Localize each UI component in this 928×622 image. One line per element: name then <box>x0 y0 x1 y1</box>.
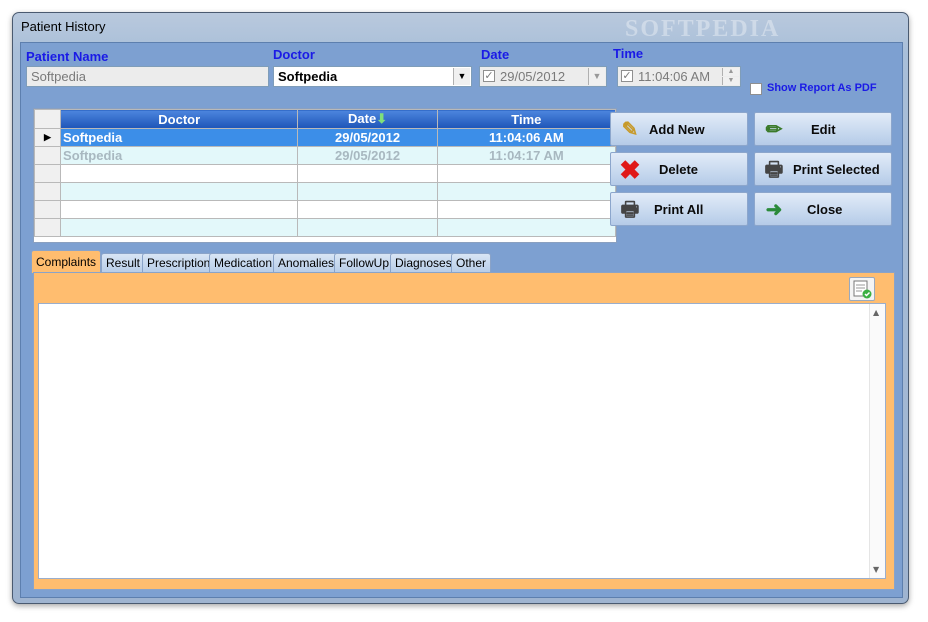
column-header-time[interactable]: Time <box>436 109 616 129</box>
patient-name-label: Patient Name <box>26 49 109 64</box>
doctor-label: Doctor <box>273 47 315 62</box>
empty-row <box>34 182 616 201</box>
edit-icon: ✏ <box>765 119 783 141</box>
print-selected-button[interactable]: 🖶 Print Selected <box>754 152 892 186</box>
delete-label: Delete <box>659 162 699 177</box>
tab-other[interactable]: Other <box>451 253 492 272</box>
printer-icon: 🖶 <box>764 159 784 181</box>
check-icon: ✓ <box>622 70 632 82</box>
date-picker[interactable]: ✓ 29/05/2012 ▼ <box>479 66 607 87</box>
add-new-label: Add New <box>649 122 705 137</box>
table-row[interactable]: ▶ Softpedia 29/05/2012 11:04:06 AM <box>34 128 616 147</box>
show-pdf-checkbox[interactable] <box>750 83 762 95</box>
scroll-down-icon[interactable]: ▼ <box>873 565 879 574</box>
cell-date[interactable]: 29/05/2012 <box>297 146 438 165</box>
row-header <box>34 200 62 219</box>
time-value: 11:04:06 AM <box>638 69 711 84</box>
spin-up-icon[interactable]: ▲ <box>722 68 739 76</box>
column-header-doctor-label: Doctor <box>158 111 201 127</box>
check-icon: ✓ <box>484 70 494 82</box>
scroll-up-icon[interactable]: ▲ <box>873 308 879 317</box>
patient-name-value: Softpedia <box>31 69 86 84</box>
doctor-select[interactable]: Softpedia ▼ <box>273 66 472 87</box>
column-header-date-label: Date <box>348 111 377 126</box>
tab-medication[interactable]: Medication <box>209 253 278 272</box>
row-header <box>34 164 62 183</box>
tab-prescription[interactable]: Prescription <box>142 253 216 272</box>
show-pdf-label: Show Report As PDF <box>767 82 877 94</box>
print-all-button[interactable]: 🖶 Print All <box>610 192 748 226</box>
row-header[interactable] <box>34 146 62 165</box>
cell-time[interactable]: 11:04:17 AM <box>436 146 616 165</box>
column-header-time-label: Time <box>511 111 542 127</box>
time-label: Time <box>613 46 644 61</box>
add-new-button[interactable]: ✎ Add New <box>610 112 748 146</box>
empty-row <box>34 200 616 219</box>
sort-down-arrow-icon: ⬇ <box>376 111 388 126</box>
row-header-corner <box>34 109 62 129</box>
date-enable-checkbox[interactable]: ✓ <box>483 70 495 82</box>
time-enable-checkbox[interactable]: ✓ <box>621 70 633 82</box>
delete-button[interactable]: ✖ Delete <box>610 152 748 186</box>
tab-diagnoses[interactable]: Diagnoses <box>390 253 457 272</box>
column-header-doctor[interactable]: Doctor <box>60 109 299 129</box>
print-all-label: Print All <box>654 202 704 217</box>
cell-date[interactable]: 29/05/2012 <box>297 128 438 147</box>
row-selector-icon[interactable]: ▶ <box>34 128 62 147</box>
spin-down-icon[interactable]: ▼ <box>722 77 739 85</box>
date-value: 29/05/2012 <box>500 69 566 84</box>
close-button[interactable]: ➜ Close <box>754 192 892 226</box>
client-area: Patient Name Doctor Date Time Softpedia … <box>20 42 903 598</box>
add-icon: ✎ <box>621 119 639 141</box>
history-grid: Doctor Date⬇ Time ▶ Softpedia 29/05/2012… <box>33 108 617 243</box>
patient-name-field[interactable]: Softpedia <box>26 66 269 87</box>
table-row[interactable]: Softpedia 29/05/2012 11:04:17 AM <box>34 146 616 165</box>
watermark-text: SOFTPEDIA <box>625 16 781 42</box>
tab-followup[interactable]: FollowUp <box>334 253 395 272</box>
date-label: Date <box>481 47 510 62</box>
window-title: Patient History <box>21 19 106 34</box>
close-label: Close <box>807 202 843 217</box>
vertical-scrollbar[interactable]: ▲ ▼ <box>869 304 885 578</box>
tab-complaints[interactable]: Complaints <box>31 250 102 273</box>
row-header <box>34 182 62 201</box>
delete-icon: ✖ <box>619 155 641 185</box>
grid-header-row: Doctor Date⬇ Time <box>34 109 616 129</box>
patient-history-window: Patient History SOFTPEDIA Patient Name D… <box>12 12 909 604</box>
complaints-textarea[interactable]: ▲ ▼ <box>38 303 886 579</box>
edit-button[interactable]: ✏ Edit <box>754 112 892 146</box>
exit-door-icon: ➜ <box>765 199 783 221</box>
document-check-icon[interactable] <box>849 277 875 301</box>
complaints-panel: ▲ ▼ <box>33 272 895 590</box>
cell-doctor[interactable]: Softpedia <box>60 146 299 165</box>
time-picker[interactable]: ✓ 11:04:06 AM ▲ ▼ <box>617 66 741 87</box>
printer-icon: 🖶 <box>620 199 640 221</box>
cell-time[interactable]: 11:04:06 AM <box>436 128 616 147</box>
cell-doctor[interactable]: Softpedia <box>60 128 299 147</box>
tab-result[interactable]: Result <box>101 253 146 272</box>
empty-row <box>34 218 616 237</box>
column-header-date[interactable]: Date⬇ <box>297 109 438 129</box>
edit-label: Edit <box>811 122 836 137</box>
tab-anomalies[interactable]: Anomalies <box>273 253 340 272</box>
row-header <box>34 218 62 237</box>
chevron-down-icon[interactable]: ▼ <box>453 68 470 85</box>
empty-row <box>34 164 616 183</box>
print-selected-label: Print Selected <box>793 162 880 177</box>
calendar-dropdown-icon[interactable]: ▼ <box>588 68 605 85</box>
title-bar[interactable]: Patient History SOFTPEDIA <box>13 13 908 42</box>
doctor-value: Softpedia <box>278 69 338 84</box>
